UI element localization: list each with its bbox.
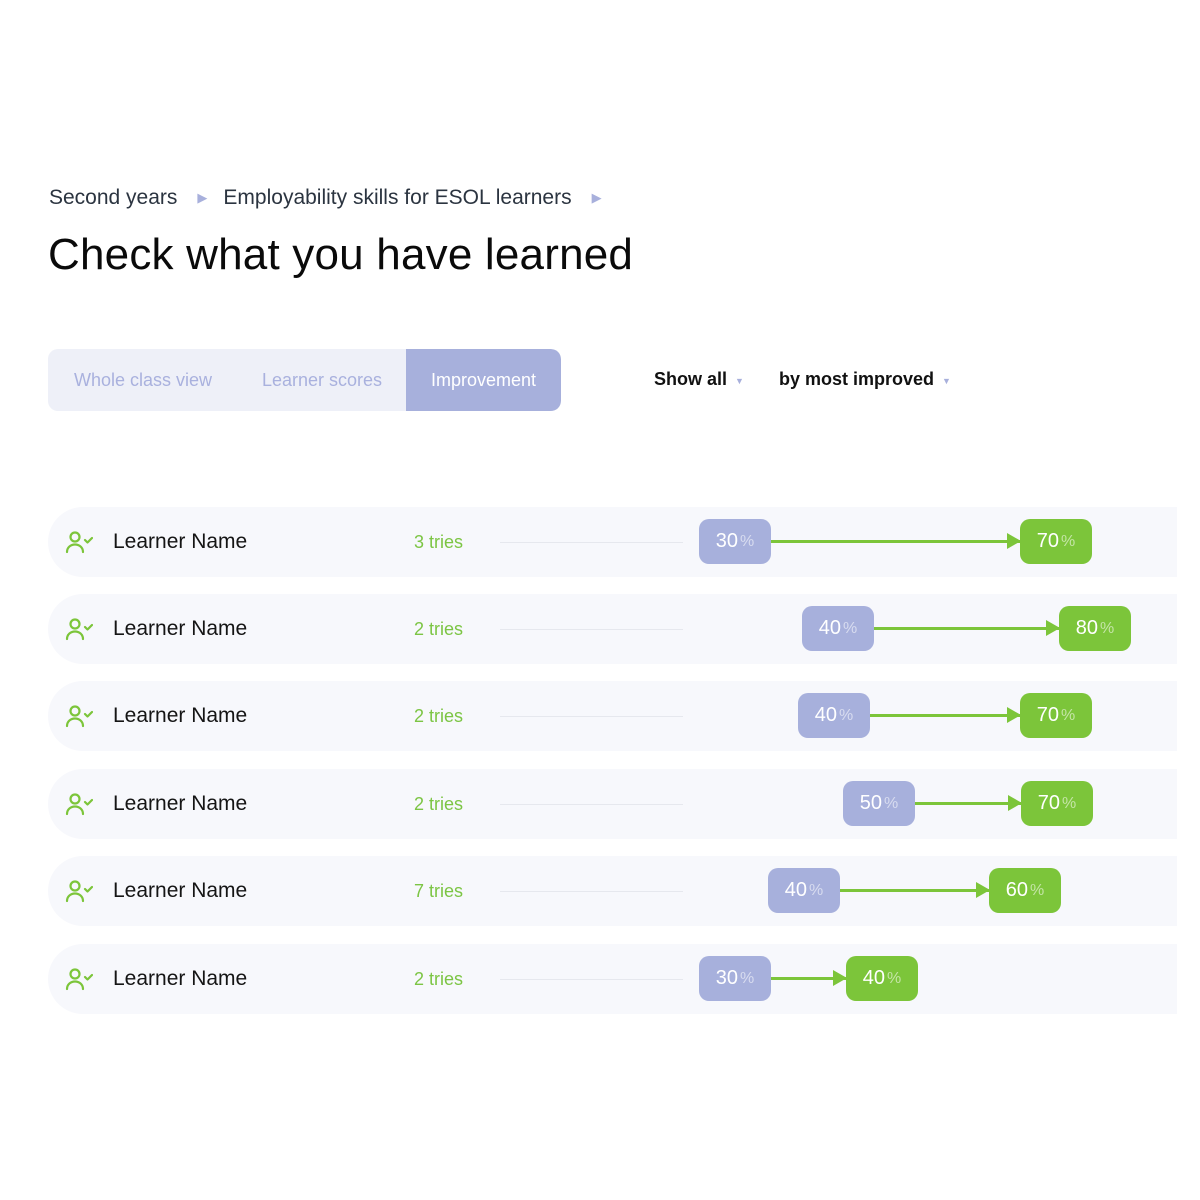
end-score-badge: 40% (846, 956, 918, 1001)
row-divider (500, 979, 683, 980)
learner-name: Learner Name (113, 792, 248, 815)
learner-name: Learner Name (113, 617, 248, 640)
learner-check-icon (65, 704, 94, 728)
row-divider (500, 542, 683, 543)
learner-row[interactable]: Learner Name 2 tries 40% 80% (48, 594, 1177, 664)
row-divider (500, 891, 683, 892)
percent-sign: % (1030, 881, 1045, 899)
show-filter-label: Show all (654, 369, 728, 389)
end-score-badge: 60% (989, 868, 1061, 913)
start-score-value: 40 (814, 704, 837, 726)
tries-count: 2 tries (414, 619, 464, 639)
end-score-badge: 70% (1021, 781, 1093, 826)
tab-whole-class-view[interactable]: Whole class view (48, 349, 238, 411)
end-score-value: 60 (1005, 879, 1028, 901)
sort-dropdown[interactable]: by most improved ▼ (779, 369, 951, 390)
tries-count: 2 tries (414, 794, 464, 814)
start-score-value: 40 (784, 879, 807, 901)
learner-row[interactable]: Learner Name 2 tries 50% 70% (48, 769, 1177, 839)
breadcrumb-item-course[interactable]: Employability skills for ESOL learners (223, 186, 571, 210)
tries-count: 3 tries (414, 532, 464, 552)
end-score-value: 70 (1036, 530, 1059, 552)
caret-down-icon: ▼ (735, 375, 744, 386)
start-score-value: 40 (818, 617, 841, 639)
tries-count: 7 tries (414, 881, 464, 901)
improvement-arrow-icon (870, 707, 1021, 723)
caret-down-icon: ▼ (942, 375, 951, 386)
learner-check-icon (65, 617, 94, 641)
learner-row[interactable]: Learner Name 3 tries 30% 70% (48, 507, 1177, 577)
breadcrumb-item-second-years[interactable]: Second years (49, 186, 177, 210)
start-score-value: 50 (859, 792, 882, 814)
end-score-badge: 80% (1059, 606, 1131, 651)
breadcrumb-separator-icon: ▶ (591, 190, 602, 205)
learner-name: Learner Name (113, 879, 248, 902)
start-score-badge: 40% (802, 606, 874, 651)
start-score-badge: 30% (699, 956, 771, 1001)
start-score-value: 30 (715, 530, 738, 552)
view-tabs: Whole class view Learner scores Improvem… (48, 349, 561, 411)
percent-sign: % (1062, 794, 1077, 812)
row-divider (500, 804, 683, 805)
percent-sign: % (839, 706, 854, 724)
percent-sign: % (740, 532, 755, 550)
end-score-value: 40 (862, 967, 885, 989)
start-score-value: 30 (715, 967, 738, 989)
improvement-arrow-icon (771, 533, 1021, 549)
tries-count: 2 tries (414, 706, 464, 726)
learner-row[interactable]: Learner Name 2 tries 30% 40% (48, 944, 1177, 1014)
learner-check-icon (65, 792, 94, 816)
improvement-arrow-icon (771, 970, 847, 986)
start-score-badge: 50% (843, 781, 915, 826)
percent-sign: % (1100, 619, 1115, 637)
tab-learner-scores[interactable]: Learner scores (238, 349, 406, 411)
percent-sign: % (887, 969, 902, 987)
start-score-badge: 40% (768, 868, 840, 913)
page-title: Check what you have learned (48, 230, 634, 279)
end-score-badge: 70% (1020, 519, 1092, 564)
show-filter-dropdown[interactable]: Show all ▼ (654, 369, 744, 390)
learner-check-icon (65, 967, 94, 991)
row-divider (500, 629, 683, 630)
learner-row[interactable]: Learner Name 2 tries 40% 70% (48, 681, 1177, 751)
improvement-arrow-icon (874, 620, 1060, 636)
end-score-badge: 70% (1020, 693, 1092, 738)
end-score-value: 70 (1037, 792, 1060, 814)
percent-sign: % (740, 969, 755, 987)
percent-sign: % (809, 881, 824, 899)
improvement-arrow-icon (840, 882, 990, 898)
breadcrumb-separator-icon: ▶ (197, 190, 208, 205)
improvement-arrow-icon (915, 795, 1022, 811)
start-score-badge: 30% (699, 519, 771, 564)
learner-name: Learner Name (113, 967, 248, 990)
start-score-badge: 40% (798, 693, 870, 738)
percent-sign: % (1061, 706, 1076, 724)
percent-sign: % (843, 619, 858, 637)
tab-improvement[interactable]: Improvement (406, 349, 561, 411)
learner-name: Learner Name (113, 530, 248, 553)
row-divider (500, 716, 683, 717)
learner-check-icon (65, 879, 94, 903)
learner-name: Learner Name (113, 704, 248, 727)
end-score-value: 70 (1036, 704, 1059, 726)
end-score-value: 80 (1075, 617, 1098, 639)
percent-sign: % (1061, 532, 1076, 550)
percent-sign: % (884, 794, 899, 812)
learner-row[interactable]: Learner Name 7 tries 40% 60% (48, 856, 1177, 926)
tries-count: 2 tries (414, 969, 464, 989)
learner-check-icon (65, 530, 94, 554)
sort-label: by most improved (779, 369, 935, 389)
breadcrumb: Second years ▶ Employability skills for … (49, 186, 618, 210)
